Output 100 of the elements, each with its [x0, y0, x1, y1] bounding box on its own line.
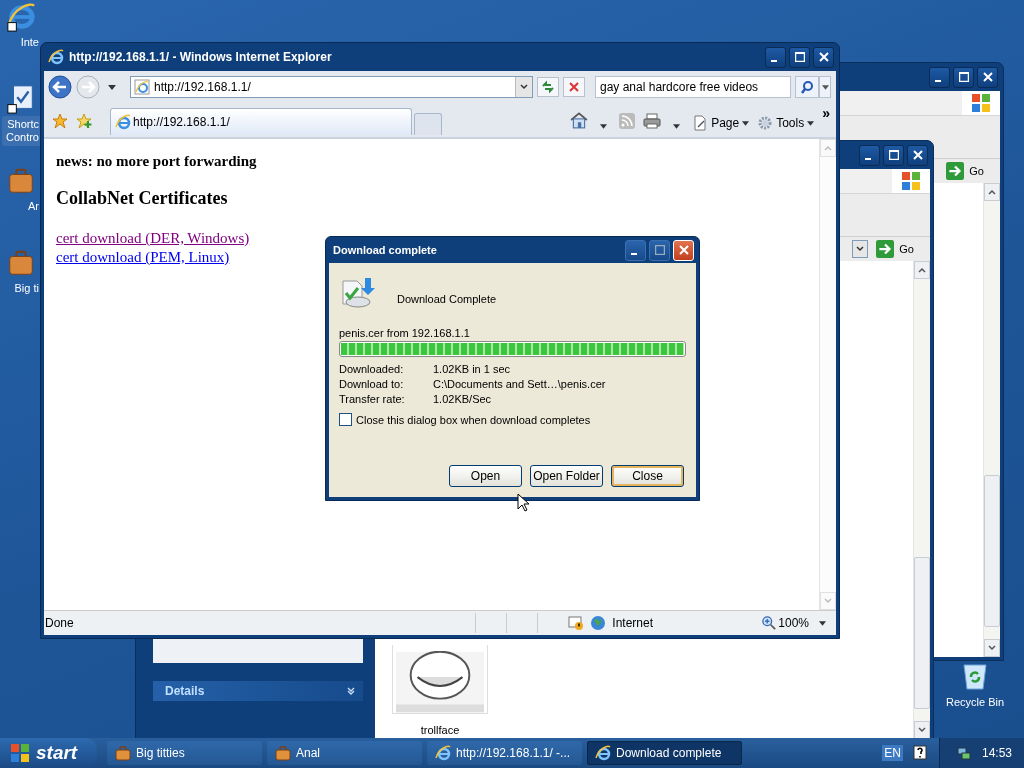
- taskbar-button[interactable]: Big titties: [107, 741, 262, 765]
- home-icon[interactable]: [570, 111, 589, 129]
- minimize-button[interactable]: [929, 66, 950, 88]
- page-heading: CollabNet Certificates: [56, 188, 228, 209]
- browser-logo-icon: [115, 114, 131, 130]
- maximize-button[interactable]: [953, 66, 974, 88]
- caret-icon[interactable]: [108, 84, 116, 90]
- close-button[interactable]: [977, 66, 998, 88]
- scrollbar[interactable]: [819, 139, 836, 610]
- toolbar-menu-button[interactable]: Tools: [757, 115, 815, 131]
- shortcut-icon[interactable]: [6, 84, 36, 114]
- briefcase-icon[interactable]: [6, 166, 36, 196]
- caret-icon[interactable]: [520, 84, 528, 90]
- zoom-icon: [762, 616, 777, 630]
- clock[interactable]: 14:53: [981, 746, 1012, 760]
- dialog-button[interactable]: Open: [449, 465, 522, 487]
- globe-icon: [590, 615, 607, 631]
- maximize-icon: [654, 245, 665, 255]
- windows-logo-icon: [962, 91, 1000, 115]
- search-button[interactable]: [795, 76, 819, 98]
- checkbox[interactable]: [339, 413, 352, 426]
- tab-title[interactable]: http://192.168.1.1/: [133, 115, 230, 129]
- minimize-button[interactable]: [859, 144, 880, 166]
- field-label: Downloaded:: [339, 363, 405, 375]
- caret-icon[interactable]: [600, 124, 608, 129]
- dialog-button[interactable]: Open Folder: [530, 465, 603, 487]
- address-dropdown-button[interactable]: [852, 240, 869, 258]
- taskbar-button[interactable]: Download complete: [587, 741, 742, 765]
- maximize-button[interactable]: [789, 46, 810, 68]
- status-text: Done: [45, 616, 75, 630]
- thumbnail-frame[interactable]: [392, 645, 488, 714]
- briefcase-icon: [115, 745, 131, 761]
- file-source-text: penis.cer from 192.168.1.1: [339, 327, 471, 339]
- minimize-button[interactable]: [625, 239, 646, 261]
- close-icon: [982, 72, 993, 82]
- taskbar-button[interactable]: http://192.168.1.1/ -...: [427, 741, 582, 765]
- toolbar-menu-button[interactable]: Page: [692, 115, 750, 131]
- network-icon[interactable]: [955, 745, 972, 761]
- browser-shortcut-icon[interactable]: [6, 2, 36, 32]
- close-button[interactable]: [907, 144, 928, 166]
- download-link[interactable]: cert download (PEM, Linux): [56, 248, 230, 267]
- scroll-up-icon: [918, 267, 926, 273]
- refresh-icon: [541, 80, 555, 94]
- chevron-icon: [347, 687, 355, 695]
- browser-logo-icon: [595, 745, 611, 761]
- scrollbar[interactable]: [983, 183, 1000, 657]
- scrollbar[interactable]: [913, 261, 930, 739]
- page-icon: [134, 79, 150, 95]
- taskbar-button[interactable]: Anal: [267, 741, 422, 765]
- browser-logo-icon: [48, 49, 64, 65]
- page-icon: [692, 115, 709, 131]
- caret-icon[interactable]: [673, 124, 681, 129]
- briefcase-icon[interactable]: [6, 248, 36, 278]
- stop-button[interactable]: [563, 77, 585, 97]
- go-button[interactable]: Go: [874, 239, 916, 259]
- desktop-icon-label[interactable]: Shortc Contro: [1, 116, 40, 146]
- news-text: news: no more port forwarding: [56, 153, 257, 170]
- add-favorite-icon[interactable]: [76, 113, 92, 129]
- checkbox-label[interactable]: Close this dialog box when download completes: [356, 413, 591, 426]
- language-indicator[interactable]: EN: [882, 745, 903, 761]
- desktop-icon-label[interactable]: Ar: [24, 198, 40, 215]
- desktop-icon-label[interactable]: Big ti: [10, 280, 40, 297]
- scroll-down-icon: [988, 645, 996, 651]
- refresh-button[interactable]: [537, 77, 559, 97]
- dialog-button[interactable]: Close: [611, 465, 684, 487]
- zoom-level[interactable]: 100%: [762, 616, 809, 630]
- print-icon[interactable]: [643, 113, 662, 129]
- details-panel-header[interactable]: Details: [153, 681, 363, 701]
- minimize-icon: [631, 253, 637, 255]
- browser-tab[interactable]: http://192.168.1.1/: [110, 108, 412, 135]
- windows-logo-icon: [10, 743, 30, 763]
- search-options-button[interactable]: [819, 76, 831, 98]
- desktop-icon-label[interactable]: Recycle Bin: [945, 696, 1005, 708]
- caret-icon[interactable]: [819, 620, 826, 626]
- scroll-up-icon: [988, 189, 996, 195]
- maximize-button[interactable]: [883, 144, 904, 166]
- desktop-icon-label[interactable]: Inte: [16, 34, 40, 51]
- field-label: Download to:: [339, 378, 405, 390]
- mouse-pointer-icon: [517, 493, 529, 512]
- field-value: 1.02KB in 1 sec: [433, 363, 512, 375]
- window-title: http://192.168.1.1/ - Windows Internet Explorer: [69, 50, 332, 64]
- dialog-title: Download complete: [333, 244, 437, 256]
- go-button[interactable]: Go: [944, 161, 986, 181]
- close-button[interactable]: [813, 46, 834, 68]
- security-warning-icon: [568, 615, 585, 631]
- maximize-icon: [794, 52, 805, 62]
- arrow-icon: [876, 240, 895, 258]
- more-tools-button[interactable]: »: [822, 105, 830, 121]
- search-field[interactable]: gay anal hardcore free videos: [595, 76, 791, 98]
- browser-logo-icon: [435, 745, 451, 761]
- download-link[interactable]: cert download (DER, Windows): [56, 229, 250, 248]
- caret-icon: [821, 84, 829, 90]
- windows-logo-icon: [892, 169, 930, 193]
- address-field[interactable]: http://192.168.1.1/: [130, 76, 533, 98]
- start-button[interactable]: start: [0, 738, 97, 768]
- minimize-button[interactable]: [765, 46, 786, 68]
- file-name[interactable]: trollface: [420, 724, 460, 736]
- help-icon[interactable]: [912, 745, 927, 761]
- back-button[interactable]: [48, 75, 72, 99]
- favorites-star-icon[interactable]: [52, 113, 68, 129]
